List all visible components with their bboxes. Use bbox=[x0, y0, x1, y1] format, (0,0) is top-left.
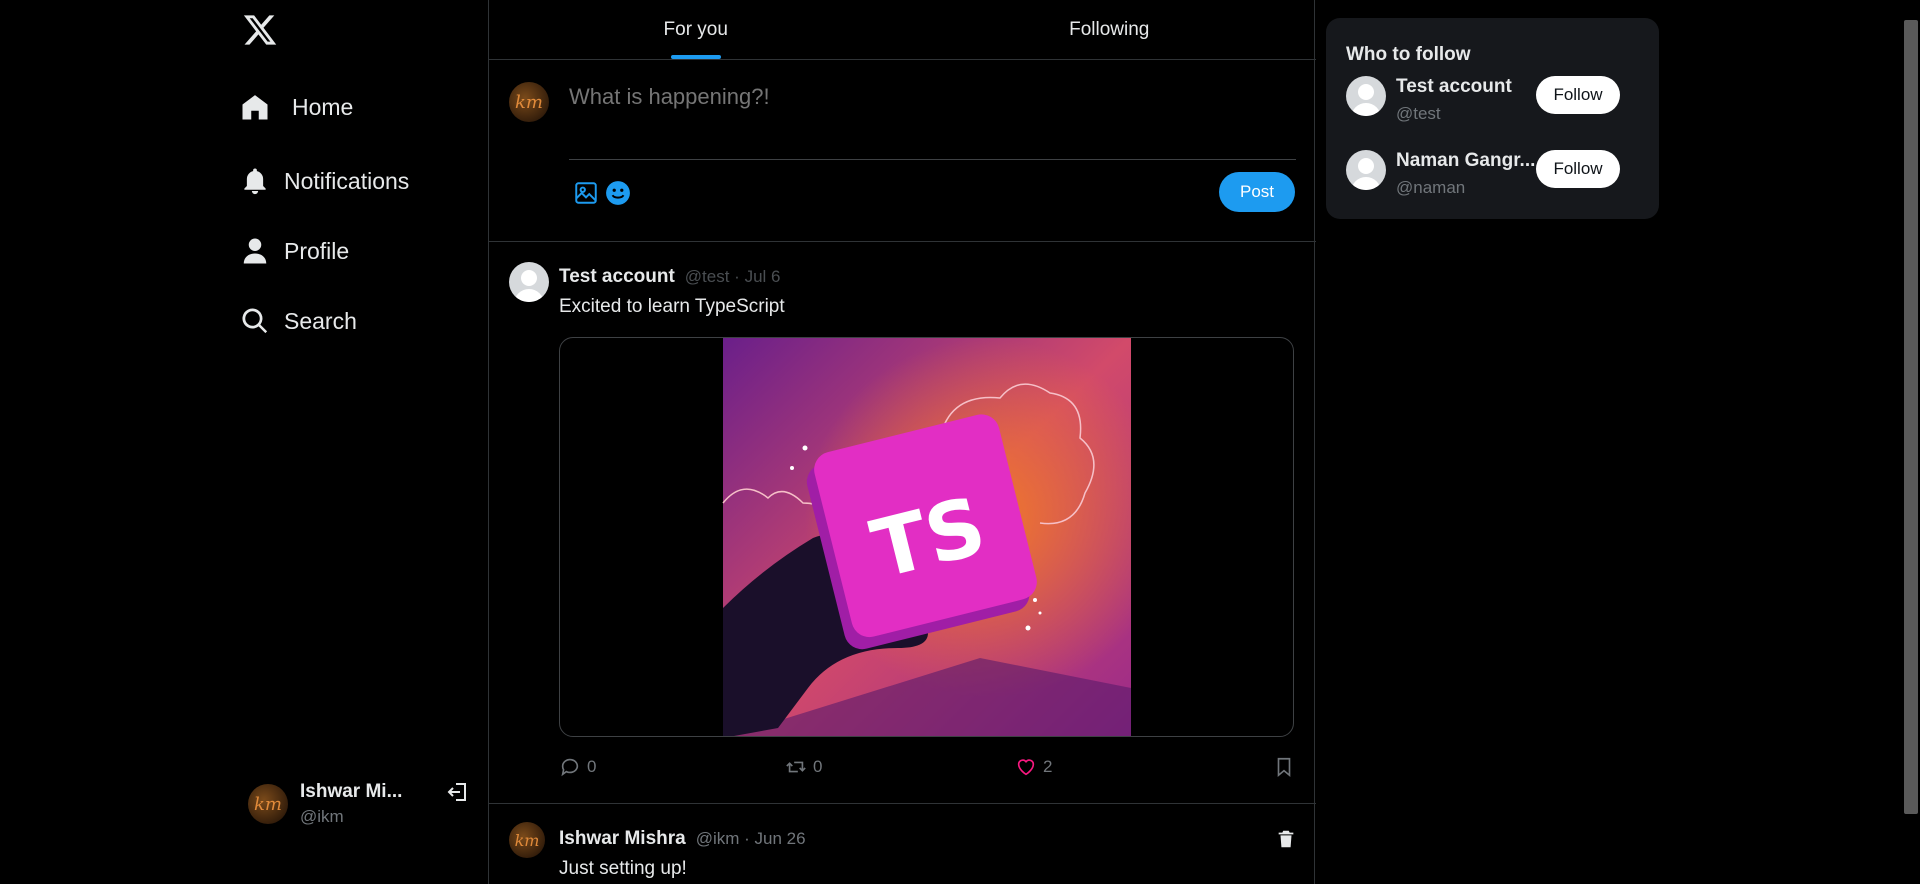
tweet-avatar[interactable] bbox=[509, 262, 549, 302]
follow-suggestion[interactable]: Test account @test Follow bbox=[1346, 76, 1646, 126]
tweet[interactable]: km Ishwar Mishra @ikm · Jun 26 Just sett… bbox=[489, 804, 1316, 884]
tweet-header: Test account @test · Jul 6 bbox=[559, 266, 780, 288]
bookmark-button[interactable] bbox=[1273, 756, 1295, 778]
typescript-illustration: TS bbox=[722, 338, 1131, 736]
account-switcher[interactable]: km Ishwar Mi... @ikm bbox=[248, 776, 476, 832]
tweet-meta: @test · Jul 6 bbox=[684, 267, 781, 286]
who-to-follow-title: Who to follow bbox=[1346, 44, 1471, 65]
user-icon bbox=[243, 238, 267, 264]
account-text: Ishwar Mi... @ikm bbox=[300, 781, 402, 827]
x-logo-icon[interactable] bbox=[242, 12, 278, 48]
feed-tabs: For you Following bbox=[489, 0, 1316, 60]
tweet-composer: km Post bbox=[489, 60, 1316, 242]
nav-profile[interactable]: Profile bbox=[240, 236, 349, 266]
trash-icon[interactable] bbox=[1275, 828, 1297, 850]
reply-button[interactable]: 0 bbox=[559, 756, 596, 778]
logout-icon[interactable] bbox=[446, 780, 470, 804]
account-avatar: km bbox=[248, 784, 288, 824]
suggestion-name: Test account bbox=[1396, 76, 1512, 97]
reply-icon bbox=[561, 758, 579, 777]
tweet-meta: @ikm · Jun 26 bbox=[695, 829, 806, 848]
tweet-handle: @ikm bbox=[695, 829, 740, 848]
tweet-media[interactable]: TS bbox=[559, 337, 1294, 737]
scrollbar-thumb[interactable] bbox=[1904, 20, 1918, 814]
composer-divider bbox=[569, 159, 1296, 160]
follow-button[interactable]: Follow bbox=[1536, 150, 1620, 188]
account-name: Ishwar Mi... bbox=[300, 781, 403, 802]
tweet-handle: @test bbox=[684, 267, 730, 286]
nav-home[interactable]: Home bbox=[240, 92, 353, 122]
tweet-text: Just setting up! bbox=[559, 858, 687, 879]
suggestion-handle: @test bbox=[1396, 104, 1441, 123]
page-scrollbar[interactable] bbox=[1902, 0, 1920, 884]
retweet-count: 0 bbox=[813, 757, 823, 776]
tweet-author-name[interactable]: Test account bbox=[559, 266, 675, 288]
tweet-actions: 0 0 2 bbox=[559, 756, 1294, 782]
heart-icon bbox=[1017, 759, 1035, 776]
search-icon bbox=[242, 308, 268, 334]
nav-profile-label: Profile bbox=[284, 237, 350, 264]
composer-avatar: km bbox=[509, 82, 549, 122]
who-to-follow-panel: Who to follow Test account @test Follow … bbox=[1326, 18, 1659, 219]
nav-search-label: Search bbox=[284, 307, 357, 334]
home-icon bbox=[242, 95, 268, 120]
tab-for-you[interactable]: For you bbox=[489, 0, 903, 59]
bell-icon bbox=[244, 168, 266, 195]
nav-home-label: Home bbox=[292, 93, 354, 120]
tweet-author-name[interactable]: Ishwar Mishra bbox=[559, 828, 686, 850]
suggestion-avatar bbox=[1346, 150, 1386, 190]
account-handle: @ikm bbox=[300, 807, 344, 826]
like-count: 2 bbox=[1043, 757, 1053, 776]
tweet-date: Jul 6 bbox=[744, 267, 781, 286]
suggestion-handle: @naman bbox=[1396, 178, 1466, 197]
app-root: Home Notifications Profile Search km Ish… bbox=[0, 0, 1920, 884]
nav-notifications-label: Notifications bbox=[284, 167, 410, 194]
left-sidebar: Home Notifications Profile Search km Ish… bbox=[0, 0, 488, 884]
tweet-text: Excited to learn TypeScript bbox=[559, 296, 785, 317]
tweet-header: Ishwar Mishra @ikm · Jun 26 bbox=[559, 828, 806, 850]
suggestion-avatar bbox=[1346, 76, 1386, 116]
nav-search[interactable]: Search bbox=[240, 306, 357, 336]
main-feed: For you Following km Post Test account @… bbox=[488, 0, 1316, 884]
compose-input[interactable] bbox=[569, 84, 1289, 110]
like-button[interactable]: 2 bbox=[1015, 756, 1052, 778]
tweet-avatar[interactable]: km bbox=[509, 822, 545, 858]
retweet-button[interactable]: 0 bbox=[785, 756, 822, 778]
suggestion-name: Naman Gangr... bbox=[1396, 150, 1536, 171]
tweet-date: Jun 26 bbox=[754, 829, 806, 848]
follow-suggestion[interactable]: Naman Gangr... @naman Follow bbox=[1346, 150, 1646, 200]
bookmark-icon bbox=[1277, 757, 1291, 778]
reply-count: 0 bbox=[587, 757, 597, 776]
post-button[interactable]: Post bbox=[1219, 172, 1295, 212]
image-icon[interactable] bbox=[573, 180, 599, 206]
emoji-icon[interactable] bbox=[605, 180, 631, 206]
retweet-icon bbox=[786, 761, 806, 773]
tweet[interactable]: Test account @test · Jul 6 Excited to le… bbox=[489, 242, 1316, 804]
follow-button[interactable]: Follow bbox=[1536, 76, 1620, 114]
nav-notifications[interactable]: Notifications bbox=[240, 166, 409, 196]
tab-following[interactable]: Following bbox=[903, 0, 1317, 59]
